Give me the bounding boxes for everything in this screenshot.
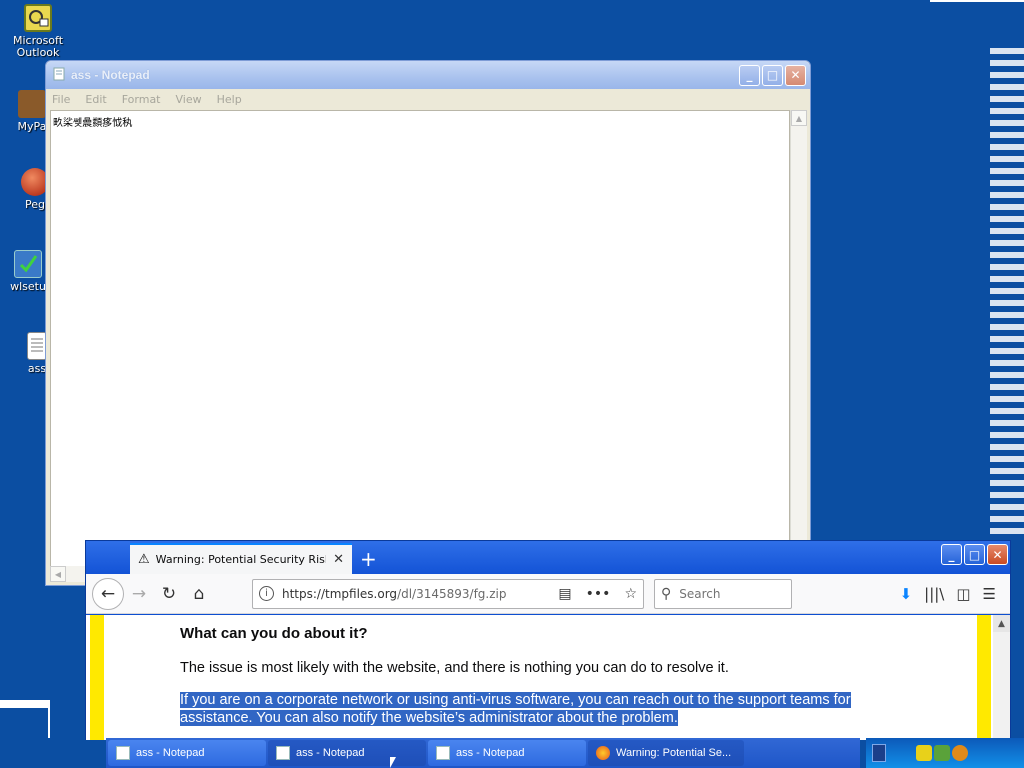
tab-title: Warning: Potential Security Risk A (155, 553, 326, 566)
mouse-cursor-icon (390, 757, 396, 768)
reader-view-icon[interactable]: ▤ (558, 586, 571, 602)
notepad-icon (436, 746, 450, 760)
notepad-vertical-scrollbar[interactable]: ▲ (790, 110, 807, 572)
taskbar-button-notepad-3[interactable]: ass - Notepad (428, 740, 586, 766)
warning-stripe (977, 615, 991, 740)
setup-icon (14, 250, 42, 278)
close-button[interactable]: ✕ (987, 544, 1008, 565)
warning-icon: ⚠ (138, 552, 150, 567)
menu-edit[interactable]: Edit (85, 93, 106, 106)
minimize-button[interactable]: _ (739, 64, 760, 86)
firefox-icon (596, 746, 610, 760)
download-icon[interactable]: ⬇ (900, 585, 913, 603)
home-button[interactable]: ⌂ (184, 579, 214, 609)
navigation-toolbar: ← → ↻ ⌂ i https://tmpfiles.org/dl/314589… (86, 574, 1010, 614)
notepad-titlebar[interactable]: ass - Notepad _ □ ✕ (46, 61, 810, 89)
text-file-icon (27, 332, 47, 360)
url-bar[interactable]: i https://tmpfiles.org/dl/3145893/fg.zip… (252, 578, 644, 609)
taskbar-button-firefox[interactable]: Warning: Potential Se... (588, 740, 744, 766)
menu-help[interactable]: Help (217, 93, 242, 106)
taskbar: ass - Notepad ass - Notepad ass - Notepa… (106, 738, 860, 768)
warning-stripe (90, 615, 104, 740)
notepad-menubar: File Edit Format View Help (46, 89, 810, 109)
sidebar-icon[interactable]: ◫ (956, 585, 970, 603)
menu-icon[interactable]: ☰ (983, 585, 996, 603)
shortcut-icon (18, 90, 46, 118)
notepad-window: ass - Notepad _ □ ✕ File Edit Format Vie… (45, 60, 811, 586)
scroll-left-arrow-icon[interactable]: ◀ (50, 566, 66, 582)
back-button[interactable]: ← (92, 577, 124, 610)
library-icon[interactable]: |||\ (924, 585, 944, 603)
site-info-icon[interactable]: i (259, 586, 274, 601)
scroll-up-arrow-icon[interactable]: ▲ (791, 110, 807, 126)
taskbar-button-label: ass - Notepad (456, 747, 525, 759)
firefox-window: ⚠ Warning: Potential Security Risk A ✕ +… (85, 540, 1011, 740)
notepad-icon (52, 66, 66, 85)
desktop-icon-outlook[interactable]: Microsoft Outlook (0, 4, 76, 59)
search-tray-icon[interactable] (952, 745, 968, 761)
close-button[interactable]: ✕ (785, 64, 806, 86)
page-content: What can you do about it? The issue is m… (86, 615, 1010, 740)
taskbar-button-label: ass - Notepad (136, 747, 205, 759)
reload-button[interactable]: ↻ (154, 579, 184, 609)
scroll-up-arrow-icon[interactable]: ▲ (993, 615, 1010, 632)
search-icon: ⚲ (661, 585, 672, 602)
tab-security-warning[interactable]: ⚠ Warning: Potential Security Risk A ✕ (130, 543, 352, 574)
network-icon[interactable] (934, 745, 950, 761)
taskbar-button-notepad-2[interactable]: ass - Notepad (268, 740, 426, 766)
taskbar-button-label: Warning: Potential Se... (616, 747, 732, 759)
selected-paragraph: If you are on a corporate network or usi… (180, 691, 890, 727)
new-tab-button[interactable]: + (360, 547, 377, 571)
url-host: https://tmpfiles.org (282, 586, 398, 601)
keyboard-icon[interactable] (872, 744, 886, 762)
maximize-button[interactable]: □ (964, 544, 985, 565)
taskbar-button-label: ass - Notepad (296, 747, 365, 759)
notepad-icon (116, 746, 130, 760)
search-input[interactable]: ⚲ Search (654, 578, 792, 609)
screen-artifact (930, 0, 1024, 32)
system-tray (866, 738, 1024, 768)
url-path: /dl/3145893/fg.zip (397, 586, 507, 601)
page-actions-icon[interactable]: ••• (586, 586, 611, 602)
minimize-button[interactable]: _ (941, 544, 962, 565)
tab-close-icon[interactable]: ✕ (333, 552, 344, 567)
notepad-title: ass - Notepad (71, 68, 150, 82)
screen-artifact (990, 48, 1024, 536)
menu-format[interactable]: Format (122, 93, 161, 106)
taskbar-button-notepad-1[interactable]: ass - Notepad (108, 740, 266, 766)
tab-strip: ⚠ Warning: Potential Security Risk A ✕ +… (86, 541, 1010, 574)
forward-button[interactable]: → (124, 579, 154, 609)
paragraph: The issue is most likely with the websit… (180, 660, 729, 676)
screen-artifact (0, 708, 48, 738)
security-shield-icon[interactable] (916, 745, 932, 761)
menu-file[interactable]: File (52, 93, 70, 106)
section-heading: What can you do about it? (180, 625, 368, 642)
outlook-icon (24, 4, 52, 32)
menu-view[interactable]: View (176, 93, 202, 106)
maximize-button[interactable]: □ (762, 64, 783, 86)
notepad-icon (276, 746, 290, 760)
bookmark-star-icon[interactable]: ☆ (624, 586, 637, 602)
selected-text: If you are on a corporate network or usi… (180, 692, 851, 726)
search-placeholder: Search (679, 586, 721, 601)
desktop-icon-label: Microsoft Outlook (12, 34, 64, 59)
page-scrollbar[interactable]: ▲ (993, 615, 1010, 740)
notepad-text-area[interactable]: 畂桬쎚曟纇痑怴秇 (50, 110, 790, 572)
